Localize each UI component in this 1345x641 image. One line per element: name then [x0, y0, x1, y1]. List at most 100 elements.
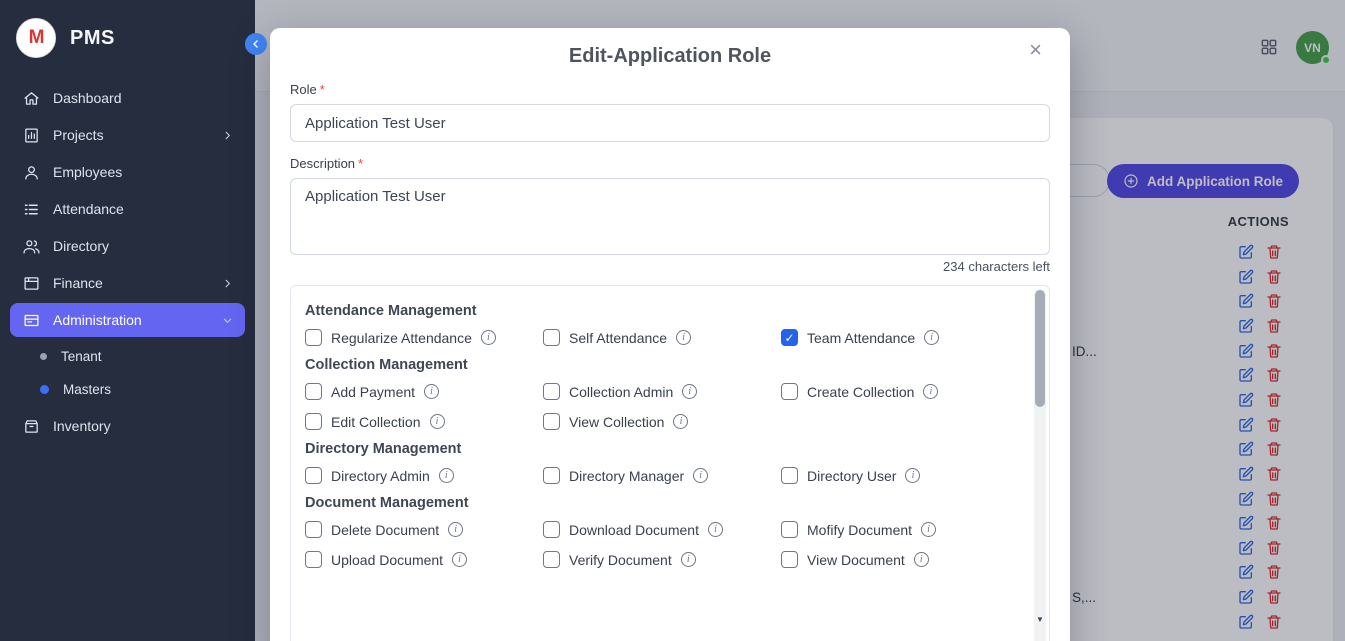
permissions-panel[interactable]: Attendance ManagementRegularize Attendan… — [290, 285, 1050, 641]
permission-item[interactable]: Upload Documenti — [305, 551, 543, 568]
permission-label: Verify Document — [569, 552, 672, 568]
info-icon[interactable]: i — [914, 552, 929, 567]
permission-item[interactable]: Directory Manager i — [543, 467, 781, 484]
info-icon[interactable]: i — [693, 468, 708, 483]
checkbox-unchecked-icon[interactable] — [543, 467, 560, 484]
info-icon[interactable]: i — [682, 384, 697, 399]
permission-grid: Directory AdminiDirectory ManageriDirect… — [305, 467, 1019, 484]
permission-item[interactable]: Download Document i — [543, 521, 781, 538]
sidebar-item-label: Attendance — [53, 201, 233, 217]
checkbox-checked-icon[interactable]: ✓ — [781, 329, 798, 346]
checkbox-unchecked-icon[interactable] — [305, 383, 322, 400]
chevron-right-icon — [222, 130, 233, 141]
permission-grid: Add PaymentiCollection AdminiCreate Coll… — [305, 383, 1019, 430]
permission-item[interactable]: Delete Documenti — [305, 521, 543, 538]
scroll-down-icon[interactable]: ▼ — [1034, 615, 1046, 624]
permission-item[interactable]: Regularize Attendancei — [305, 329, 543, 346]
role-field-label: Role* — [290, 82, 1050, 97]
checkbox-unchecked-icon[interactable] — [543, 413, 560, 430]
sidebar-item-label: Projects — [53, 127, 209, 143]
permission-label: Create Collection — [807, 384, 914, 400]
checkbox-unchecked-icon[interactable] — [781, 521, 798, 538]
info-icon[interactable]: i — [708, 522, 723, 537]
description-textarea[interactable]: Application Test User — [290, 178, 1050, 255]
attendance-icon — [22, 200, 40, 218]
checkbox-unchecked-icon[interactable] — [781, 467, 798, 484]
role-label-text: Role — [290, 82, 317, 97]
permission-item[interactable]: ✓Team Attendancei — [781, 329, 1019, 346]
modal-header: Edit-Application Role × — [290, 28, 1050, 68]
sidebar-item-employees[interactable]: Employees — [10, 155, 245, 189]
checkbox-unchecked-icon[interactable] — [781, 551, 798, 568]
sidebar-item-finance[interactable]: Finance — [10, 266, 245, 300]
logo-letter: M — [29, 27, 44, 49]
role-input[interactable] — [290, 104, 1050, 142]
permission-item[interactable]: Collection Admini — [543, 383, 781, 400]
sidebar-collapse-button[interactable] — [245, 33, 267, 55]
sidebar-item-label: Directory — [53, 238, 233, 254]
permission-item[interactable]: Mofify Documenti — [781, 521, 1019, 538]
required-asterisk: * — [358, 156, 363, 171]
info-icon[interactable]: i — [448, 522, 463, 537]
permission-item[interactable]: View Collectioni — [543, 413, 781, 430]
checkbox-unchecked-icon[interactable] — [305, 467, 322, 484]
info-icon[interactable]: i — [424, 384, 439, 399]
sidebar-item-directory[interactable]: Directory — [10, 229, 245, 263]
inventory-icon — [22, 417, 40, 435]
checkbox-unchecked-icon[interactable] — [543, 551, 560, 568]
finance-icon — [22, 274, 40, 292]
permission-label: Download Document — [569, 522, 699, 538]
checkbox-unchecked-icon[interactable] — [543, 521, 560, 538]
info-icon[interactable]: i — [430, 414, 445, 429]
sidebar-subitem-label: Tenant — [61, 349, 102, 364]
close-icon[interactable]: × — [1027, 37, 1044, 63]
permission-item[interactable]: Edit Collectioni — [305, 413, 543, 430]
sidebar-item-dashboard[interactable]: Dashboard — [10, 81, 245, 115]
info-icon[interactable]: i — [924, 330, 939, 345]
info-icon[interactable]: i — [673, 414, 688, 429]
sidebar-item-label: Administration — [53, 312, 209, 328]
checkbox-unchecked-icon[interactable] — [305, 521, 322, 538]
app-name: PMS — [70, 27, 115, 50]
sidebar-item-label: Finance — [53, 275, 209, 291]
sidebar-subitem-tenant[interactable]: Tenant — [0, 340, 255, 373]
permission-label: Directory Manager — [569, 468, 684, 484]
permission-item[interactable]: Directory Useri — [781, 467, 1019, 484]
permission-label: Directory Admin — [331, 468, 430, 484]
permission-item[interactable]: View Documenti — [781, 551, 1019, 568]
checkbox-unchecked-icon[interactable] — [305, 329, 322, 346]
sidebar-item-inventory[interactable]: Inventory — [10, 409, 245, 443]
scrollbar-thumb[interactable] — [1035, 290, 1045, 407]
sidebar-item-label: Dashboard — [53, 90, 233, 106]
permission-item[interactable]: Self Attendance i — [543, 329, 781, 346]
sidebar-subitem-masters[interactable]: Masters — [0, 373, 255, 406]
permission-item[interactable]: Verify Document i — [543, 551, 781, 568]
sidebar-item-projects[interactable]: Projects — [10, 118, 245, 152]
checkbox-unchecked-icon[interactable] — [781, 383, 798, 400]
scrollbar[interactable]: ▼ — [1034, 289, 1046, 641]
info-icon[interactable]: i — [452, 552, 467, 567]
info-icon[interactable]: i — [676, 330, 691, 345]
permission-label: Add Payment — [331, 384, 415, 400]
info-icon[interactable]: i — [921, 522, 936, 537]
checkbox-unchecked-icon[interactable] — [305, 551, 322, 568]
description-label-text: Description — [290, 156, 355, 171]
characters-left-counter: 234 characters left — [290, 259, 1050, 274]
sidebar-item-attendance[interactable]: Attendance — [10, 192, 245, 226]
checkbox-unchecked-icon[interactable] — [305, 413, 322, 430]
bullet-dot-icon — [40, 353, 47, 360]
permission-item[interactable]: Add Payment i — [305, 383, 543, 400]
permission-item[interactable]: Directory Admin i — [305, 467, 543, 484]
info-icon[interactable]: i — [905, 468, 920, 483]
info-icon[interactable]: i — [481, 330, 496, 345]
home-icon — [22, 89, 40, 107]
checkbox-unchecked-icon[interactable] — [543, 329, 560, 346]
sidebar-item-administration[interactable]: Administration — [10, 303, 245, 337]
checkbox-unchecked-icon[interactable] — [543, 383, 560, 400]
info-icon[interactable]: i — [923, 384, 938, 399]
permission-label: Self Attendance — [569, 330, 667, 346]
info-icon[interactable]: i — [681, 552, 696, 567]
pms-app-screen: VN Add Application Role ACTIONS ID...S,.… — [0, 0, 1345, 641]
permission-item[interactable]: Create Collection i — [781, 383, 1019, 400]
info-icon[interactable]: i — [439, 468, 454, 483]
